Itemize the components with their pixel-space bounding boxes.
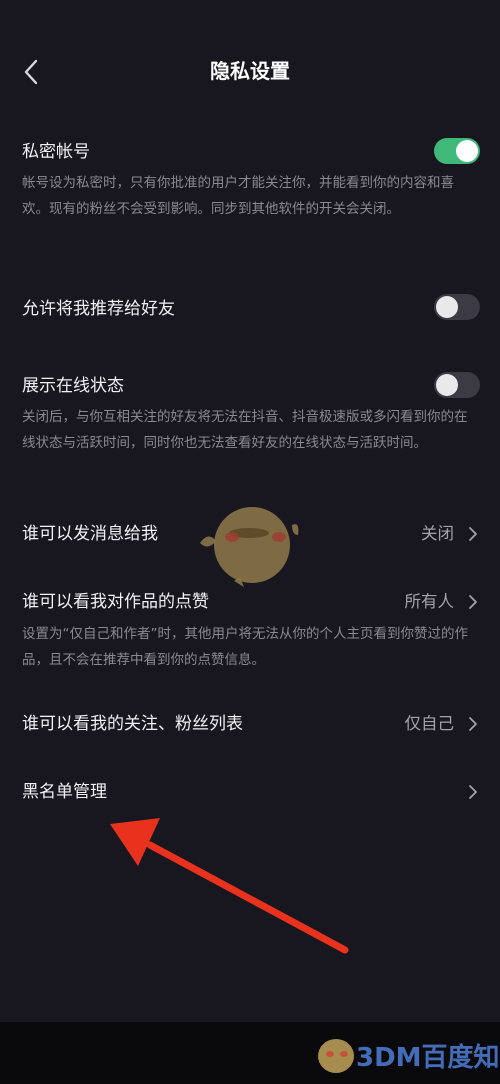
who-can-message-value: 关闭 — [421, 524, 454, 543]
toggle-knob — [436, 296, 458, 318]
mascot-watermark-icon — [200, 507, 299, 587]
online-status-title: 展示在线状态 — [22, 376, 124, 396]
watermark-text: 3DM百度知道 — [356, 1042, 500, 1073]
chevron-right-icon — [469, 595, 477, 609]
private-account-toggle[interactable] — [434, 138, 480, 164]
toggle-knob — [456, 140, 478, 162]
privacy-settings-screen: 隐私设置 私密帐号 帐号设为私密时，只有你批准的用户才能关注你，并能看到你的内容… — [0, 0, 500, 1022]
blacklist-title: 黑名单管理 — [22, 782, 107, 802]
private-account-title: 私密帐号 — [22, 142, 90, 162]
toggle-knob — [436, 374, 458, 396]
who-can-see-likes-title: 谁可以看我对作品的点赞 — [22, 592, 209, 612]
who-can-see-follows-value: 仅自己 — [404, 714, 455, 733]
chevron-right-icon — [469, 717, 477, 731]
page-title: 隐私设置 — [210, 59, 290, 83]
recommend-to-friends-title: 允许将我推荐给好友 — [22, 299, 175, 319]
recommend-to-friends-toggle[interactable] — [434, 294, 480, 320]
who-can-see-likes-description: 设置为“仅自己和作者”时，其他用户将无法从你的个人主页看到你赞过的作品，且不会在… — [22, 626, 468, 668]
chevron-right-icon — [469, 785, 477, 799]
online-status-description: 关闭后，与你互相关注的好友将无法在抖音、抖音极速版或多闪看到你的在线状态与活跃时… — [22, 409, 468, 451]
online-status-toggle[interactable] — [434, 372, 480, 398]
who-can-message-title: 谁可以发消息给我 — [22, 524, 158, 544]
chevron-right-icon — [469, 527, 477, 541]
private-account-description: 帐号设为私密时，只有你批准的用户才能关注你，并能看到你的内容和喜欢。现有的粉丝不… — [22, 175, 454, 217]
site-watermark-logo: 3DM百度知道 — [318, 1039, 500, 1073]
who-can-see-likes-value: 所有人 — [404, 592, 455, 611]
who-can-see-follows-title: 谁可以看我的关注、粉丝列表 — [22, 714, 243, 734]
